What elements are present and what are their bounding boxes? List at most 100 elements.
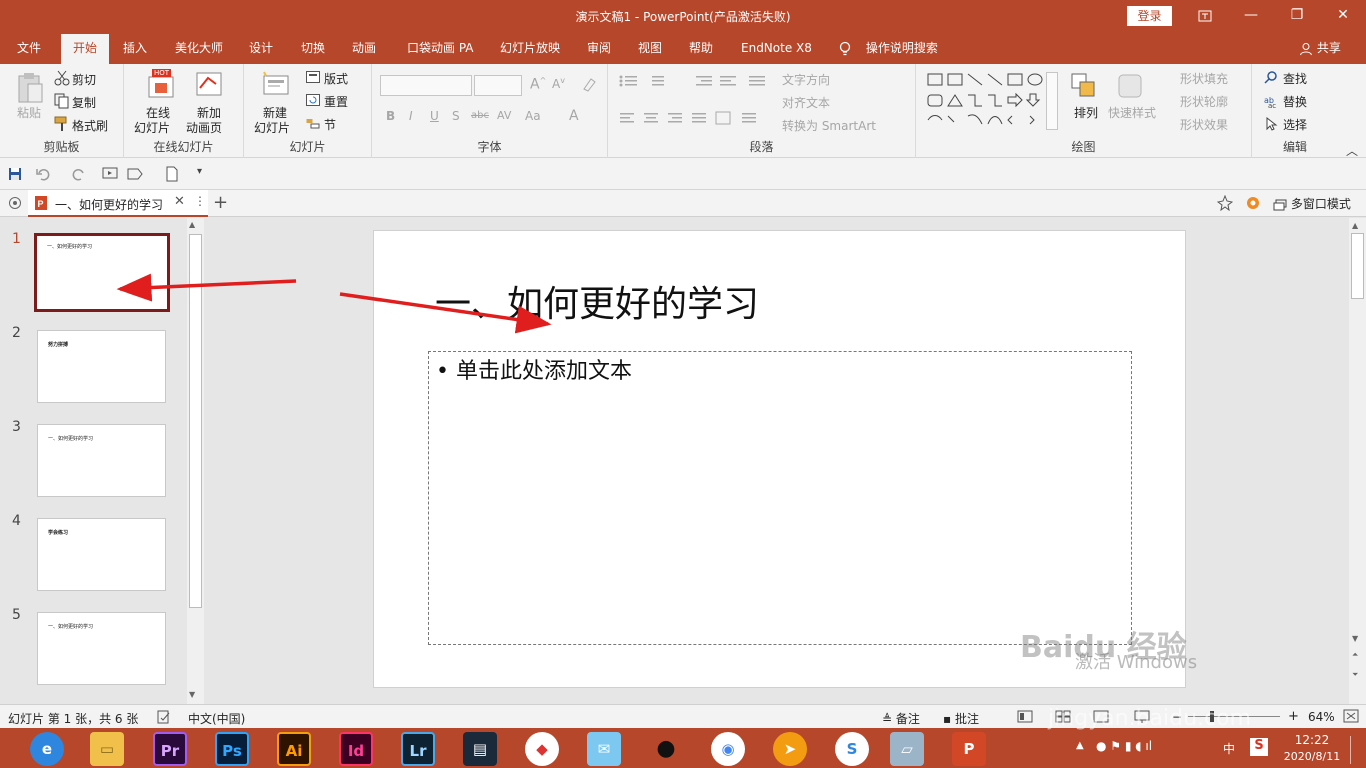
qq-taskbar-icon[interactable]: ● xyxy=(649,732,683,766)
decrease-font-size-button[interactable]: Av xyxy=(552,76,565,91)
ribbon-display-options-button[interactable] xyxy=(1182,0,1228,32)
slide-scroll-thumb[interactable] xyxy=(1351,233,1364,299)
character-spacing-button[interactable]: AV xyxy=(497,109,511,122)
font-size-dropdown[interactable] xyxy=(474,75,522,96)
ime-indicator[interactable]: 中 xyxy=(1223,740,1235,757)
tab-slideshow[interactable]: 幻灯片放映 xyxy=(500,34,560,64)
quick-styles-button[interactable] xyxy=(1116,72,1146,102)
arrange-button[interactable] xyxy=(1070,72,1100,102)
scroll-down-icon[interactable]: ▼ xyxy=(1352,634,1358,643)
file-explorer-taskbar-icon[interactable]: ▭ xyxy=(90,732,124,766)
reset-button[interactable]: 重置 xyxy=(324,93,348,110)
new-tab-icon[interactable]: + xyxy=(213,192,228,213)
touch-mode-icon[interactable] xyxy=(126,166,144,182)
tab-view[interactable]: 视图 xyxy=(638,34,662,64)
save-icon[interactable] xyxy=(8,167,22,181)
shape-effects-button[interactable]: 形状效果 xyxy=(1180,116,1228,133)
slide-thumbnail[interactable]: 一、如何更好的学习 xyxy=(37,612,166,685)
indent-icons[interactable] xyxy=(694,74,774,88)
tell-me-search[interactable]: 操作说明搜索 xyxy=(838,34,938,64)
browser-taskbar-icon[interactable]: e xyxy=(30,732,64,766)
tab-design[interactable]: 设计 xyxy=(249,34,273,64)
italic-button[interactable]: I xyxy=(409,109,413,123)
media-taskbar-icon[interactable]: ➤ xyxy=(773,732,807,766)
clear-formatting-icon[interactable] xyxy=(581,76,597,92)
close-tab-icon[interactable]: ✕ xyxy=(174,194,185,209)
font-color-button[interactable]: A xyxy=(569,108,579,124)
clock-date[interactable]: 2020/8/11 xyxy=(1280,750,1344,763)
next-slide-icon[interactable]: ⏷ xyxy=(1352,670,1358,680)
tray-icons[interactable]: ● ⚑ ▮ ◖ ıl xyxy=(1096,739,1152,753)
premiere-taskbar-icon[interactable]: Pr xyxy=(153,732,187,766)
login-button[interactable]: 登录 xyxy=(1127,6,1172,26)
change-case-button[interactable]: Aa xyxy=(525,109,541,123)
photoshop-taskbar-icon[interactable]: Ps xyxy=(215,732,249,766)
shapes-gallery-scroll[interactable] xyxy=(1046,72,1058,130)
tab-beautify[interactable]: 美化大师 xyxy=(175,34,223,64)
slide-thumbnail-selected[interactable]: 一、如何更好的学习 xyxy=(34,233,170,312)
multi-window-mode-button[interactable]: 多窗口模式 xyxy=(1273,195,1351,212)
shapes-gallery[interactable] xyxy=(926,72,1062,130)
powerpoint-taskbar-icon[interactable]: P xyxy=(952,732,986,766)
tab-insert[interactable]: 插入 xyxy=(123,34,147,64)
bold-button[interactable]: B xyxy=(386,109,395,123)
zoom-level[interactable]: 64% xyxy=(1308,710,1335,724)
spell-check-icon[interactable] xyxy=(157,710,171,724)
tab-transitions[interactable]: 切换 xyxy=(301,34,325,64)
minimize-button[interactable]: — xyxy=(1228,0,1274,32)
format-painter-button[interactable]: 格式刷 xyxy=(72,117,108,134)
shape-outline-button[interactable]: 形状轮廓 xyxy=(1180,93,1228,110)
active-document-tab[interactable]: P 一、如何更好的学习 ✕ ⋮ xyxy=(28,190,208,217)
new-animation-page-button[interactable] xyxy=(194,70,224,100)
tab-home[interactable]: 开始 xyxy=(61,34,110,64)
tab-help[interactable]: 帮助 xyxy=(689,34,713,64)
document-tabs-icon[interactable] xyxy=(8,196,22,210)
new-file-icon[interactable] xyxy=(166,166,178,182)
tab-review[interactable]: 审阅 xyxy=(587,34,611,64)
replace-button[interactable]: 替换 xyxy=(1283,93,1307,110)
strikethrough-button[interactable]: abc xyxy=(471,110,489,121)
notes-button[interactable]: ≜ 备注 xyxy=(882,710,920,727)
settings-gear-icon[interactable] xyxy=(1245,195,1261,211)
redo-icon[interactable] xyxy=(72,167,86,181)
lightroom-taskbar-icon[interactable]: Lr xyxy=(401,732,435,766)
tab-pocket-animation[interactable]: 口袋动画 PA xyxy=(407,34,474,64)
bullets-icon[interactable] xyxy=(618,74,678,88)
slide-thumbnail[interactable]: 一、如何更好的学习 xyxy=(37,424,166,497)
body-placeholder-text[interactable]: • 单击此处添加文本 xyxy=(436,353,632,385)
tray-expand-icon[interactable]: ▲ xyxy=(1076,740,1084,751)
underline-button[interactable]: U xyxy=(430,109,439,123)
tab-animations[interactable]: 动画 xyxy=(352,34,376,64)
text-direction-button[interactable]: 文字方向 xyxy=(782,71,830,88)
increase-font-size-button[interactable]: A^ xyxy=(530,76,546,93)
comments-button[interactable]: ▪ 批注 xyxy=(943,710,979,727)
tab-menu-icon[interactable]: ⋮ xyxy=(194,194,206,208)
scroll-down-icon[interactable]: ▼ xyxy=(189,690,195,699)
close-button[interactable]: ✕ xyxy=(1320,0,1366,32)
copy-button[interactable]: 复制 xyxy=(72,94,96,111)
select-button[interactable]: 选择 xyxy=(1283,116,1307,133)
clock-time[interactable]: 12:22 xyxy=(1286,733,1338,747)
cut-button[interactable]: 剪切 xyxy=(72,71,96,88)
customize-qat-button[interactable]: ▾ xyxy=(197,166,202,177)
shadow-button[interactable]: S xyxy=(452,109,460,123)
language-indicator[interactable]: 中文(中国) xyxy=(188,710,245,727)
fit-slide-icon[interactable] xyxy=(1343,709,1359,724)
tab-endnote[interactable]: EndNote X8 xyxy=(741,34,812,64)
slide-thumbnail[interactable]: 学会练习 xyxy=(37,518,166,591)
slide-title[interactable]: 一、如何更好的学习 xyxy=(435,275,759,327)
thumbnail-scrollbar[interactable]: ▲ ▼ xyxy=(187,218,204,704)
scroll-up-icon[interactable]: ▲ xyxy=(1352,221,1358,230)
assistant-taskbar-icon[interactable]: ✉ xyxy=(587,732,621,766)
share-button[interactable]: 共享 xyxy=(1299,34,1341,64)
find-button[interactable]: 查找 xyxy=(1283,70,1307,87)
tab-file[interactable]: 文件 xyxy=(17,34,41,64)
new-slide-button[interactable] xyxy=(260,70,290,100)
section-button[interactable]: 节 xyxy=(324,116,336,133)
collapse-ribbon-button[interactable]: ︿ xyxy=(1346,142,1358,159)
sogou-ime-icon[interactable]: S xyxy=(1250,738,1268,756)
slide-vertical-scrollbar[interactable]: ▲ ▼ ⏶ ⏷ xyxy=(1349,218,1366,704)
alignment-icons[interactable] xyxy=(618,111,768,125)
convert-smartart-button[interactable]: 转换为 SmartArt xyxy=(782,117,876,134)
illustrator-taskbar-icon[interactable]: Ai xyxy=(277,732,311,766)
